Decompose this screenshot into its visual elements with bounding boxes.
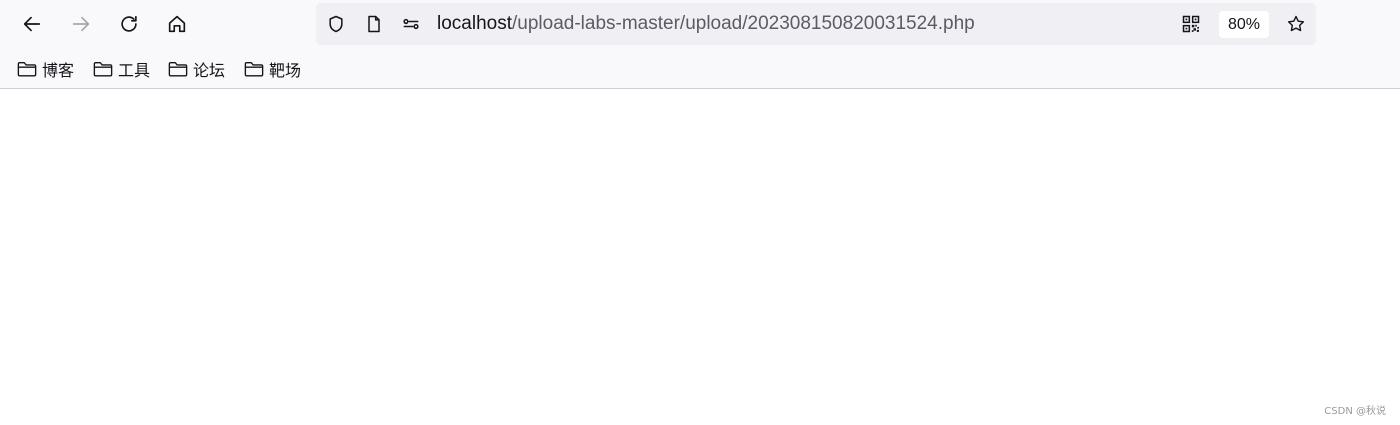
- bookmark-label: 工具: [118, 61, 151, 80]
- watermark: CSDN @秋说: [1324, 406, 1386, 417]
- back-button[interactable]: [16, 8, 48, 40]
- home-icon: [168, 15, 186, 33]
- url-path: /upload-labs-master/upload/2023081508200…: [512, 13, 975, 34]
- url-field[interactable]: localhost/upload-labs-master/upload/2023…: [437, 13, 975, 35]
- bookmark-folder-forum[interactable]: 论坛: [168, 57, 225, 81]
- bookmark-folder-tools[interactable]: 工具: [93, 57, 150, 81]
- shield-icon: [329, 15, 343, 33]
- bookmarks-toolbar: 博客 工具 论坛 靶场: [0, 52, 1400, 86]
- page-icon: [368, 15, 380, 33]
- tracking-protection-button[interactable]: [325, 13, 347, 35]
- bookmark-label: 论坛: [193, 61, 226, 80]
- folder-icon: [168, 61, 188, 77]
- folder-icon: [244, 61, 264, 77]
- url-host: localhost: [437, 13, 512, 34]
- page-content: CSDN @秋说: [0, 89, 1400, 425]
- star-icon: [1287, 15, 1305, 32]
- address-bar[interactable]: localhost/upload-labs-master/upload/2023…: [316, 3, 1316, 45]
- bookmark-label: 靶场: [269, 61, 302, 80]
- bookmark-folder-blog[interactable]: 博客: [17, 57, 74, 81]
- bookmark-star-button[interactable]: [1285, 13, 1307, 35]
- arrow-left-icon: [23, 16, 41, 32]
- folder-icon: [17, 61, 37, 77]
- permissions-button[interactable]: [400, 13, 422, 35]
- browser-toolbar: localhost/upload-labs-master/upload/2023…: [0, 0, 1400, 89]
- folder-icon: [93, 61, 113, 77]
- bookmark-folder-range[interactable]: 靶场: [244, 57, 301, 81]
- reload-button[interactable]: [113, 8, 145, 40]
- forward-button[interactable]: [65, 8, 97, 40]
- qr-code-button[interactable]: [1180, 13, 1202, 35]
- bookmark-label: 博客: [42, 61, 75, 80]
- permissions-icon: [403, 18, 419, 30]
- reload-icon: [121, 15, 137, 32]
- home-button[interactable]: [161, 8, 193, 40]
- zoom-level-button[interactable]: 80%: [1219, 11, 1269, 38]
- arrow-right-icon: [72, 16, 90, 32]
- qr-code-icon: [1182, 15, 1200, 33]
- site-info-button[interactable]: [363, 13, 385, 35]
